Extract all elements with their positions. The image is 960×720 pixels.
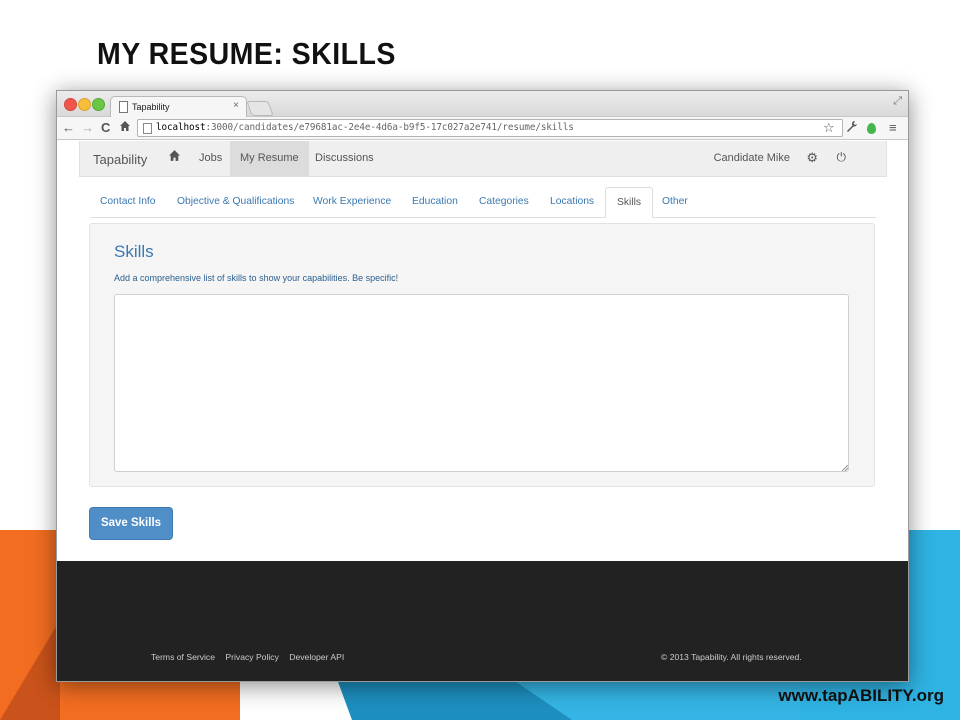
tab-other[interactable]: Other — [654, 187, 696, 216]
skills-textarea[interactable] — [114, 294, 849, 472]
menu-icon[interactable]: ≡ — [889, 120, 897, 136]
home-icon[interactable] — [119, 120, 131, 136]
nav-jobs[interactable]: Jobs — [189, 141, 232, 176]
gear-icon[interactable]: ⚙ — [806, 150, 818, 166]
web-page: Tapability Jobs My Resume Discussions Ca… — [57, 141, 908, 681]
tab-contact-info[interactable]: Contact Info — [92, 187, 164, 216]
user-name[interactable]: Candidate Mike — [714, 141, 790, 176]
site-footer: Terms of Service Privacy Policy Develope… — [57, 561, 908, 681]
slide-title: MY RESUME: SKILLS — [97, 36, 396, 71]
star-icon[interactable]: ☆ — [823, 120, 835, 136]
minimize-window-button[interactable] — [78, 98, 91, 111]
tab-skills[interactable]: Skills — [605, 187, 654, 218]
resize-handle[interactable] — [842, 465, 848, 471]
new-tab-button[interactable] — [246, 101, 274, 116]
browser-tab[interactable]: Tapability × — [110, 96, 247, 117]
slide-footer-url: www.tapABILITY.org — [778, 686, 944, 705]
page-icon — [119, 101, 128, 113]
copyright: © 2013 Tapability. All rights reserved. — [661, 652, 802, 662]
reload-icon[interactable]: C — [101, 120, 110, 136]
close-window-button[interactable] — [64, 98, 77, 111]
power-icon[interactable]: ⏻ — [837, 150, 847, 165]
browser-toolbar: ← → C localhost:3000/candidates/e79681ac… — [57, 117, 908, 140]
tab-work-experience[interactable]: Work Experience — [305, 187, 399, 216]
url-text: localhost:3000/candidates/e79681ac-2e4e-… — [156, 120, 574, 136]
footer-link-developer-api[interactable]: Developer API — [289, 652, 344, 662]
wrench-icon[interactable] — [846, 120, 858, 137]
back-arrow-icon[interactable]: ← — [62, 120, 75, 136]
skills-panel: Skills Add a comprehensive list of skill… — [89, 223, 875, 487]
nav-discussions[interactable]: Discussions — [305, 141, 384, 176]
skills-help-text: Add a comprehensive list of skills to sh… — [114, 273, 399, 283]
footer-link-privacy[interactable]: Privacy Policy — [225, 652, 278, 662]
zoom-window-button[interactable] — [92, 98, 105, 111]
tab-categories[interactable]: Categories — [471, 187, 537, 216]
address-bar[interactable]: localhost:3000/candidates/e79681ac-2e4e-… — [137, 119, 843, 137]
footer-links: Terms of Service Privacy Policy Develope… — [151, 652, 352, 662]
fullscreen-icon[interactable]: ⤢ — [893, 95, 902, 108]
site-navbar: Tapability Jobs My Resume Discussions Ca… — [79, 141, 887, 177]
forward-arrow-icon[interactable]: → — [81, 120, 94, 136]
footer-link-terms[interactable]: Terms of Service — [151, 652, 215, 662]
browser-window: Tapability × ⤢ ← → C localhost:3000/cand… — [56, 90, 909, 682]
url-path: :3000/candidates/e79681ac-2e4e-4d6a-b9f5… — [205, 122, 574, 133]
tab-title: Tapability — [132, 102, 170, 112]
close-tab-icon[interactable]: × — [233, 100, 239, 111]
extension-icon[interactable] — [867, 123, 876, 134]
url-host: localhost — [156, 122, 206, 133]
nav-my-resume[interactable]: My Resume — [230, 141, 309, 176]
brand[interactable]: Tapability — [93, 152, 147, 167]
save-skills-button[interactable]: Save Skills — [89, 507, 173, 540]
tab-education[interactable]: Education — [404, 187, 466, 216]
resume-tabs: Contact Info Objective & Qualifications … — [91, 187, 876, 218]
home-icon[interactable] — [168, 149, 182, 163]
page-icon — [143, 123, 152, 134]
tab-objective-qualifications[interactable]: Objective & Qualifications — [169, 187, 302, 216]
browser-titlebar: Tapability × ⤢ — [57, 91, 908, 117]
tab-locations[interactable]: Locations — [542, 187, 602, 216]
skills-heading: Skills — [114, 242, 154, 261]
